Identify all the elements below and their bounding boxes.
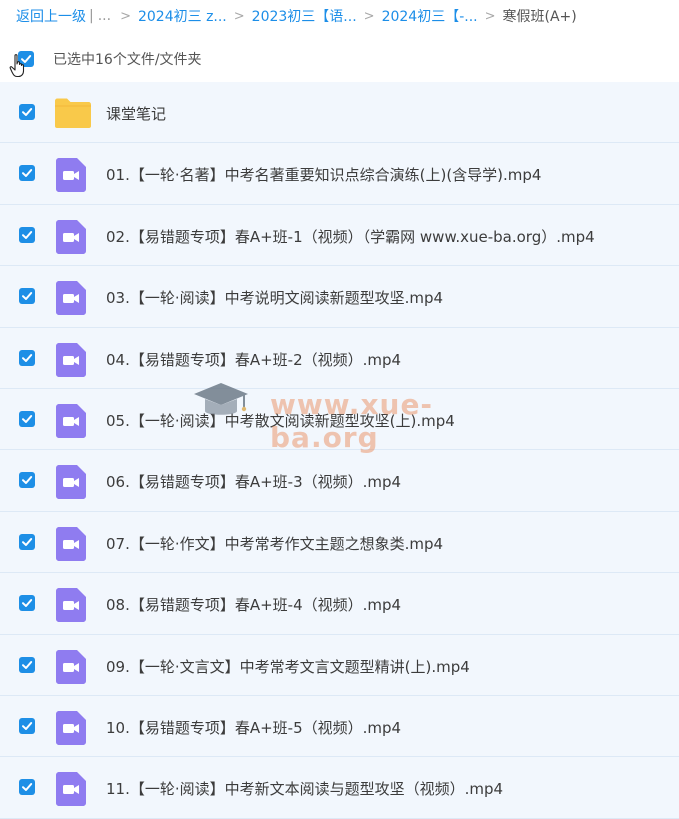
list-item[interactable]: 03.【一轮·阅读】中考说明文阅读新题型攻坚.mp4 [0, 266, 679, 328]
file-name[interactable]: 03.【一轮·阅读】中考说明文阅读新题型攻坚.mp4 [106, 287, 443, 308]
row-checkbox[interactable] [19, 595, 35, 612]
list-item[interactable]: 04.【易错题专项】春A+班-2（视频）.mp4 [0, 327, 679, 389]
list-item[interactable]: 课堂笔记 [0, 82, 679, 144]
file-list: 课堂笔记 01.【一轮·名著】中考名著重要知识点综合演练(上)(含导学).mp4… [0, 82, 679, 819]
file-name[interactable]: 07.【一轮·作文】中考常考作文主题之想象类.mp4 [106, 533, 443, 554]
video-file-icon [56, 158, 86, 193]
row-checkbox[interactable] [19, 226, 35, 243]
chevron-right-icon: > [363, 8, 375, 24]
row-checkbox[interactable] [19, 779, 35, 796]
video-file-icon [56, 403, 86, 438]
checkmark-icon [22, 230, 33, 239]
breadcrumb-item-1[interactable]: 2024初三 z... [138, 6, 227, 26]
video-file-icon [56, 465, 86, 500]
chevron-right-icon: > [233, 8, 245, 24]
breadcrumb-item-3[interactable]: 2024初三【-... [382, 6, 478, 26]
folder-icon [55, 98, 91, 128]
file-name[interactable]: 06.【易错题专项】春A+班-3（视频）.mp4 [106, 471, 401, 492]
breadcrumb-ellipsis[interactable]: ... [98, 8, 111, 24]
video-file-icon [56, 219, 86, 254]
row-checkbox[interactable] [19, 104, 35, 120]
list-item[interactable]: 02.【易错题专项】春A+班-1（视频）（学霸网 www.xue-ba.org）… [0, 204, 679, 267]
checkmark-icon [22, 353, 33, 362]
video-file-icon [56, 649, 86, 684]
list-item[interactable]: 06.【易错题专项】春A+班-3（视频）.mp4 [0, 450, 679, 512]
file-name[interactable]: 09.【一轮·文言文】中考常考文言文题型精讲(上).mp4 [106, 656, 470, 677]
list-item[interactable]: 10.【易错题专项】春A+班-5（视频）.mp4 [0, 695, 679, 758]
file-name[interactable]: 02.【易错题专项】春A+班-1（视频）（学霸网 www.xue-ba.org）… [106, 226, 595, 247]
checkmark-icon [22, 292, 33, 301]
chevron-right-icon: > [120, 8, 131, 24]
checkmark-icon [22, 721, 33, 730]
breadcrumb-back-link[interactable]: 返回上一级 [16, 6, 86, 26]
breadcrumb-item-2[interactable]: 2023初三【语... [252, 6, 357, 26]
list-item[interactable]: 07.【一轮·作文】中考常考作文主题之想象类.mp4 [0, 511, 679, 574]
video-file-icon [56, 772, 86, 807]
checkmark-icon [22, 660, 33, 669]
list-item[interactable]: 09.【一轮·文言文】中考常考文言文题型精讲(上).mp4 [0, 634, 679, 696]
video-file-icon [56, 342, 86, 377]
checkmark-icon [22, 414, 33, 423]
video-file-icon [56, 588, 86, 623]
video-file-icon [56, 281, 86, 316]
row-checkbox[interactable] [19, 288, 35, 305]
row-checkbox[interactable] [19, 165, 35, 182]
checkmark-icon [22, 476, 33, 485]
list-item[interactable]: 05.【一轮·阅读】中考散文阅读新题型攻坚(上).mp4 [0, 388, 679, 451]
file-name[interactable]: 10.【易错题专项】春A+班-5（视频）.mp4 [106, 717, 401, 738]
file-name[interactable]: 08.【易错题专项】春A+班-4（视频）.mp4 [106, 594, 401, 615]
list-item[interactable]: 11.【一轮·阅读】中考新文本阅读与题型攻坚（视频）.mp4 [0, 757, 679, 819]
row-checkbox[interactable] [19, 349, 35, 366]
file-name[interactable]: 01.【一轮·名著】中考名著重要知识点综合演练(上)(含导学).mp4 [106, 164, 541, 185]
checkmark-icon [22, 108, 33, 116]
row-checkbox[interactable] [19, 656, 35, 673]
file-name[interactable]: 课堂笔记 [106, 103, 166, 124]
chevron-right-icon: > [484, 8, 496, 24]
hand-pointer-icon [9, 54, 25, 78]
file-name[interactable]: 05.【一轮·阅读】中考散文阅读新题型攻坚(上).mp4 [106, 410, 455, 431]
list-item[interactable]: 08.【易错题专项】春A+班-4（视频）.mp4 [0, 573, 679, 635]
video-file-icon [56, 710, 86, 745]
row-checkbox[interactable] [19, 410, 35, 427]
file-name[interactable]: 11.【一轮·阅读】中考新文本阅读与题型攻坚（视频）.mp4 [106, 778, 503, 799]
selection-bar: 已选中16个文件/文件夹 [0, 38, 679, 80]
breadcrumb: 返回上一级 | ... > 2024初三 z... > 2023初三【语... … [0, 0, 679, 32]
row-checkbox[interactable] [19, 533, 35, 550]
breadcrumb-pipe: | [89, 8, 94, 24]
selection-count-label: 已选中16个文件/文件夹 [53, 52, 202, 68]
video-file-icon [56, 526, 86, 561]
checkmark-icon [22, 783, 33, 792]
list-item[interactable]: 01.【一轮·名著】中考名著重要知识点综合演练(上)(含导学).mp4 [0, 143, 679, 205]
row-checkbox[interactable] [19, 472, 35, 489]
breadcrumb-current: 寒假班(A+) [502, 9, 577, 25]
checkmark-icon [22, 537, 33, 546]
checkmark-icon [22, 599, 33, 608]
checkmark-icon [22, 169, 33, 178]
row-checkbox[interactable] [19, 717, 35, 734]
file-name[interactable]: 04.【易错题专项】春A+班-2（视频）.mp4 [106, 349, 401, 370]
